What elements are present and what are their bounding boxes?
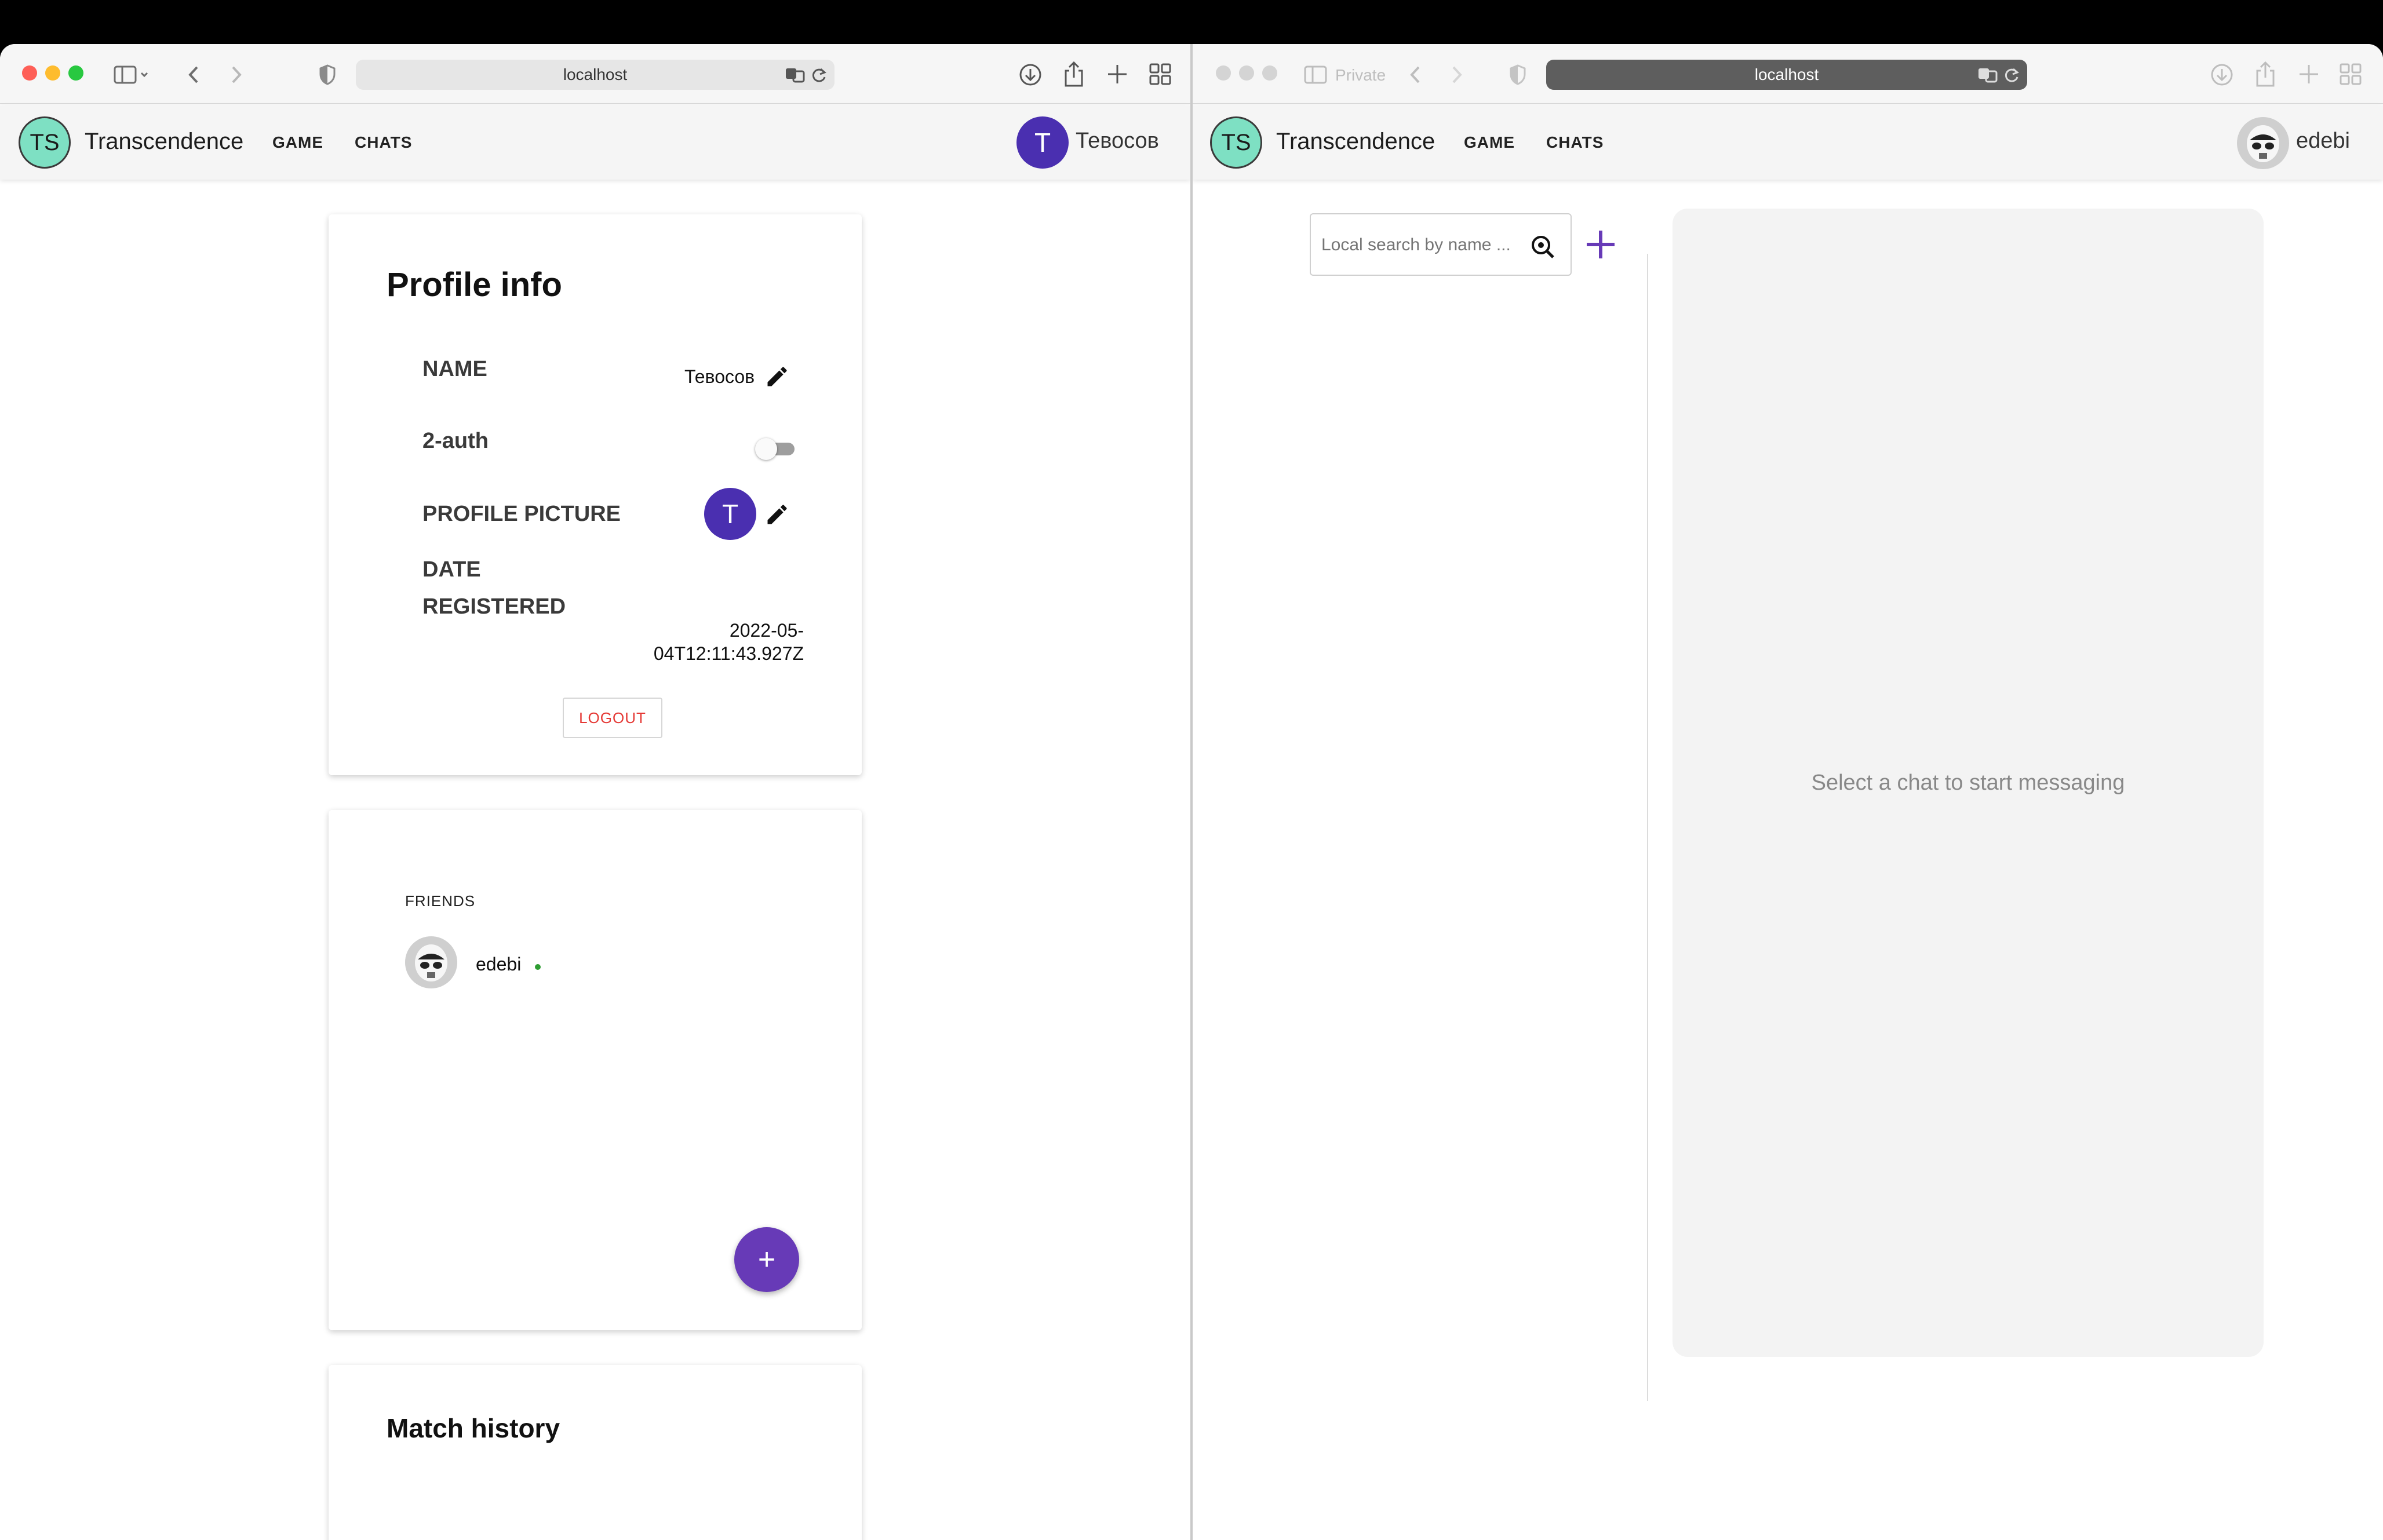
empty-chat-message: Select a chat to start messaging <box>1811 770 2125 795</box>
sidebar-icon[interactable] <box>114 65 148 85</box>
stormtrooper-avatar-icon <box>2237 117 2289 169</box>
date-value-line1b: 2022-05- <box>729 620 804 641</box>
share-icon[interactable] <box>2254 60 2276 88</box>
tab-overview-icon[interactable] <box>2339 63 2362 86</box>
app-header: TS Transcendence GAME CHATS edebi <box>1193 105 2383 180</box>
new-chat-plus-icon[interactable] <box>1584 228 1617 261</box>
translate-icon[interactable] <box>785 67 806 83</box>
match-history-card: Match history <box>329 1365 862 1540</box>
app-title[interactable]: Transcendence <box>85 129 243 155</box>
back-icon[interactable] <box>185 64 203 86</box>
profile-card: Profile info NAME Тевосов 2-auth PROFILE… <box>329 214 862 775</box>
chat-search-input[interactable] <box>1321 232 1518 258</box>
downloads-icon[interactable] <box>2209 62 2235 87</box>
friend-avatar[interactable] <box>405 936 457 988</box>
chat-panel: Select a chat to start messaging <box>1673 209 2264 1357</box>
friends-card: FRIENDS edebi + <box>329 810 862 1330</box>
browser-window-left: localhost TS Transcendence GAME CHATS T … <box>0 44 1190 1540</box>
privacy-shield-icon[interactable] <box>1509 64 1526 86</box>
date-label-line2: REGISTERED <box>422 594 566 619</box>
minimize-window-button[interactable] <box>45 65 60 81</box>
friend-name[interactable]: edebi <box>476 954 521 975</box>
browser-window-right: Private localhost TS Transcendence GAME … <box>1193 44 2383 1540</box>
share-icon[interactable] <box>1063 60 1085 88</box>
reload-icon[interactable] <box>811 67 828 83</box>
new-tab-icon[interactable] <box>1106 63 1129 86</box>
new-tab-icon[interactable] <box>2297 63 2320 86</box>
browser-toolbar: localhost <box>0 44 1190 104</box>
online-status-indicator <box>535 964 541 970</box>
address-text: localhost <box>563 65 628 83</box>
sidebar-icon[interactable] <box>1304 65 1328 85</box>
chat-search-field[interactable] <box>1310 213 1572 276</box>
privacy-shield-icon[interactable] <box>319 64 336 86</box>
forward-icon[interactable] <box>227 64 245 86</box>
tab-overview-icon[interactable] <box>1149 63 1172 86</box>
nav-game[interactable]: GAME <box>1464 133 1515 152</box>
app-logo[interactable]: TS <box>19 116 71 169</box>
match-history-title: Match history <box>387 1413 560 1443</box>
forward-icon[interactable] <box>1448 64 1465 86</box>
nav-game[interactable]: GAME <box>272 133 323 152</box>
date-value-line2: 04T12:11:43.927Z <box>653 643 804 664</box>
name-value: Тевосов <box>684 366 755 387</box>
edit-name-icon[interactable] <box>764 364 790 389</box>
nav-chats[interactable]: CHATS <box>355 133 412 152</box>
address-bar[interactable]: localhost <box>1546 60 2027 90</box>
list-divider <box>1647 254 1648 1401</box>
name-label: NAME <box>422 357 487 381</box>
app-logo[interactable]: TS <box>1210 116 1262 169</box>
app-title[interactable]: Transcendence <box>1276 129 1435 155</box>
logout-button[interactable]: LOGOUT <box>563 698 662 738</box>
profile-title: Profile info <box>387 266 562 304</box>
close-window-button[interactable] <box>1216 65 1231 81</box>
close-window-button[interactable] <box>22 65 37 81</box>
minimize-window-button[interactable] <box>1239 65 1254 81</box>
search-icon[interactable] <box>1530 234 1555 260</box>
twofa-switch-thumb[interactable] <box>755 438 777 460</box>
private-label: Private <box>1335 66 1386 84</box>
browser-toolbar-private: Private localhost <box>1193 44 2383 104</box>
translate-icon[interactable] <box>1977 67 1998 83</box>
add-friend-button[interactable]: + <box>734 1227 799 1292</box>
downloads-icon[interactable] <box>1018 62 1043 87</box>
picture-label: PROFILE PICTURE <box>422 502 621 526</box>
zoom-window-button[interactable] <box>1262 65 1277 81</box>
nav-chats[interactable]: CHATS <box>1546 133 1604 152</box>
stormtrooper-avatar-icon <box>405 936 457 988</box>
date-label-line1: DATE <box>422 557 481 582</box>
edit-picture-icon[interactable] <box>764 502 790 527</box>
user-name[interactable]: Тевосов <box>1076 129 1159 154</box>
user-avatar[interactable]: T <box>1016 116 1069 169</box>
user-avatar[interactable] <box>2237 117 2289 169</box>
address-bar[interactable]: localhost <box>356 60 835 90</box>
friends-title: FRIENDS <box>405 892 476 910</box>
user-name[interactable]: edebi <box>2296 129 2350 154</box>
address-text: localhost <box>1754 65 1819 83</box>
profile-picture-avatar: T <box>704 488 756 540</box>
twofa-label: 2-auth <box>422 429 489 453</box>
back-icon[interactable] <box>1407 64 1424 86</box>
reload-icon[interactable] <box>2004 67 2020 83</box>
zoom-window-button[interactable] <box>68 65 83 81</box>
app-header: TS Transcendence GAME CHATS T Тевосов <box>0 105 1190 180</box>
